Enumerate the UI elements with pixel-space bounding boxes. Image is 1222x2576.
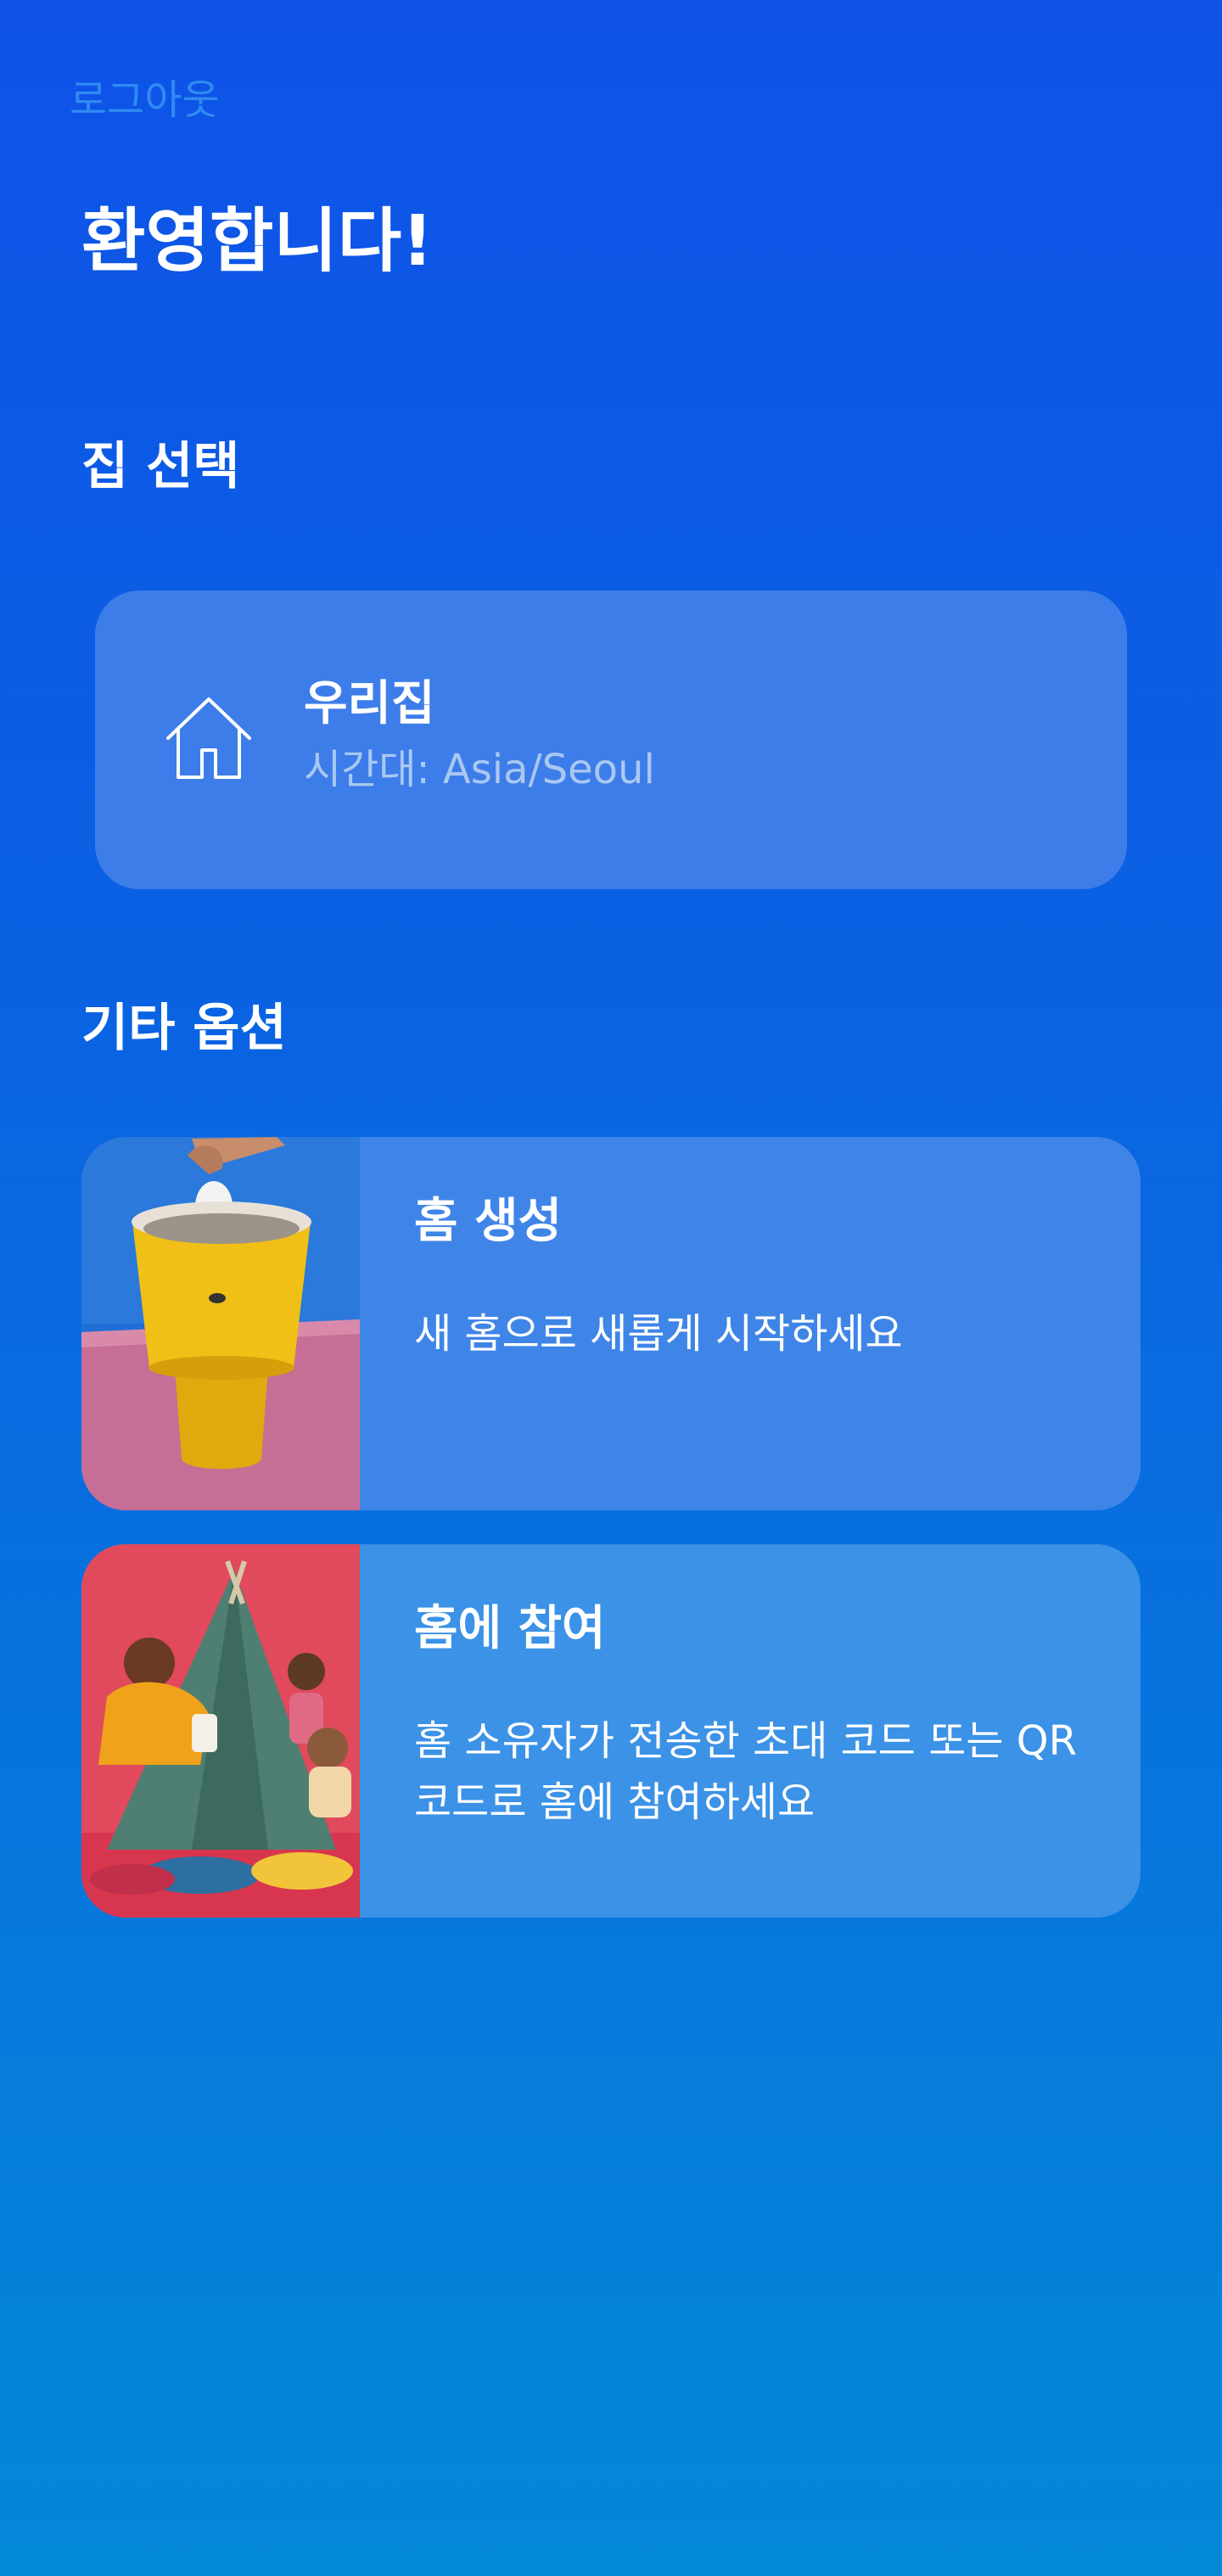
create-home-description: 새 홈으로 새롭게 시작하세요	[414, 1310, 903, 1358]
tent-kids-photo	[81, 1544, 360, 1918]
join-home-card[interactable]: 홈에 참여 홈 소유자가 전송한 초대 코드 또는 QR 코드로 홈에 참여하세…	[81, 1544, 1141, 1918]
create-home-card[interactable]: 홈 생성 새 홈으로 새롭게 시작하세요	[81, 1137, 1141, 1510]
home-card-우리집[interactable]: 우리집 시간대: Asia/Seoul	[95, 591, 1127, 889]
join-home-description: 홈 소유자가 전송한 초대 코드 또는 QR 코드로 홈에 참여하세요	[414, 1717, 1077, 1826]
home-timezone: 시간대: Asia/Seoul	[304, 746, 655, 793]
lamp-photo	[81, 1137, 360, 1510]
other-options-section-title: 기타 옵션	[81, 999, 287, 1058]
create-home-title: 홈 생성	[414, 1194, 563, 1249]
home-name: 우리집	[304, 676, 435, 731]
logout-link[interactable]: 로그아웃	[70, 66, 220, 126]
home-select-section-title: 집 선택	[81, 437, 240, 496]
welcome-title: 환영합니다!	[81, 201, 434, 282]
join-home-title: 홈에 참여	[414, 1601, 606, 1656]
house-icon	[166, 697, 251, 779]
